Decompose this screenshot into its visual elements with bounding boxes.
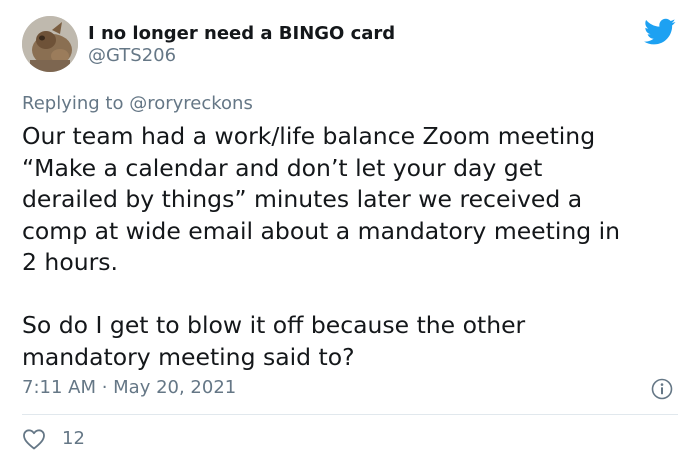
author-display-name[interactable]: I no longer need a BINGO card [88, 23, 395, 45]
like-action[interactable]: 12 [22, 428, 85, 450]
author-names: I no longer need a BINGO card @GTS206 [88, 23, 395, 67]
tweet-timestamp[interactable]: 7:11 AM · May 20, 2021 [22, 376, 236, 400]
author-handle[interactable]: @GTS206 [88, 45, 395, 67]
tweet-card: I no longer need a BINGO card @GTS206 Re… [0, 0, 700, 470]
twitter-bird-icon[interactable] [644, 18, 676, 46]
tweet-text: Our team had a work/life balance Zoom me… [22, 122, 621, 371]
gargoyle-avatar-image [22, 16, 78, 72]
tweet-header: I no longer need a BINGO card @GTS206 [22, 16, 395, 72]
avatar[interactable] [22, 16, 78, 72]
like-count: 12 [62, 428, 85, 449]
reply-prefix: Replying to [22, 93, 124, 114]
info-icon[interactable] [651, 378, 673, 400]
divider [22, 414, 678, 415]
reply-context: Replying to @roryreckons [22, 92, 253, 116]
reply-mention-link[interactable]: @roryreckons [129, 93, 253, 114]
heart-icon[interactable] [22, 428, 46, 450]
